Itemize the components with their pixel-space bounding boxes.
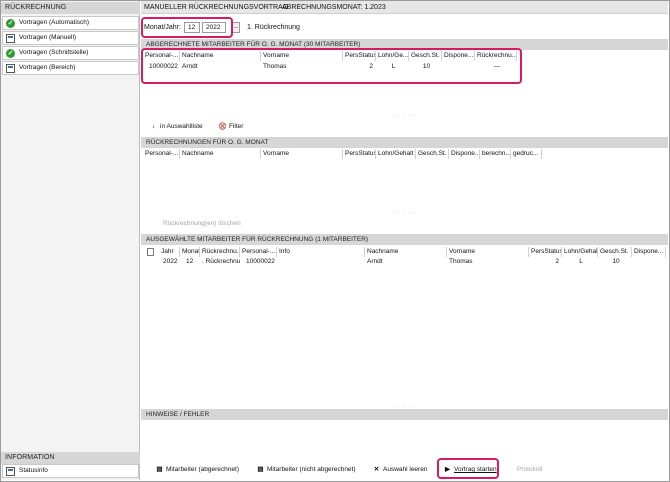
col-vorname[interactable]: Vorname (261, 51, 343, 61)
col-dispone[interactable]: Dispone... (442, 51, 475, 61)
col-nachname[interactable]: Nachname (180, 149, 261, 159)
move-to-selection-button[interactable]: ↓ in Auswahlliste (149, 121, 203, 132)
cell-nachname: Arndt (367, 258, 383, 265)
sidebar-item-label: Statusinfo (19, 467, 48, 474)
cell-rueckrechnung: — (493, 63, 501, 70)
col-personal[interactable]: Personal-... (143, 51, 180, 61)
arrow-down-icon: ↓ (151, 123, 156, 130)
year-input[interactable]: 2022 (202, 22, 226, 33)
hints-errors-header: HINWEISE / FEHLER (141, 409, 668, 420)
cell-dispone (442, 62, 475, 72)
cell-dispone (632, 257, 666, 267)
cell-vorname: Thomas (263, 63, 287, 70)
billed-employees-header: ABGERECHNETE MITARBEITER FÜR O. G. MONAT… (141, 39, 668, 50)
selected-employees-header: AUSGEWÄHLTE MITARBEITER FÜR RÜCKRECHNUNG… (141, 234, 668, 245)
cell-personal: 10000022 (149, 63, 178, 70)
play-icon: ▶ (445, 466, 450, 473)
col-lohn-gehalt[interactable]: Lohn/Gehalt (562, 247, 598, 257)
cell-persstatus: 2 (369, 63, 373, 70)
col-jahr[interactable]: Jahr (159, 247, 180, 257)
cell-personal: 10000022 (246, 258, 275, 265)
col-nachname[interactable]: Nachname (365, 247, 447, 257)
cell-persstatus: 2 (555, 258, 559, 265)
splitter-grip[interactable]: · · · · · (141, 114, 668, 119)
page-title: MANUELLER RÜCKRECHNUNGSVORTRAG (144, 4, 289, 11)
col-dispone[interactable]: Dispone... (449, 149, 480, 159)
period-info: 1. Rückrechnung (247, 24, 300, 31)
title-bar: MANUELLER RÜCKRECHNUNGSVORTRAG ABRECHNUN… (141, 1, 668, 14)
col-persstatus[interactable]: PersStatus (343, 149, 376, 159)
sidebar-item-vortragen-manuell[interactable]: Vortragen (Manuell) (2, 31, 139, 45)
col-geschst[interactable]: Gesch.St. (416, 149, 449, 159)
select-all-checkbox[interactable] (147, 248, 154, 256)
check-circle-icon: ✓ (6, 49, 15, 58)
col-lohn[interactable]: Lohn/Ge... (376, 51, 409, 61)
cell-info (277, 257, 365, 267)
col-gedruckt[interactable]: gedruc... (511, 149, 542, 159)
cell-geschst: 10 (422, 63, 431, 70)
document-icon: ▤ (156, 466, 163, 473)
col-personal[interactable]: Personal-... (240, 247, 277, 257)
period-label: Monat/Jahr: (144, 24, 181, 31)
period-picker-button[interactable]: ... (232, 22, 240, 33)
main-panel: MANUELLER RÜCKRECHNUNGSVORTRAG ABRECHNUN… (141, 1, 668, 480)
cell-rueckrechnung: . Rückrechnun (202, 258, 240, 265)
protocol-button[interactable]: Protokoll (517, 464, 542, 475)
splitter-grip[interactable]: · · · · · (141, 211, 668, 216)
document-icon (6, 467, 15, 476)
sidebar-item-vortragen-bereich[interactable]: Vortragen (Bereich) (2, 61, 139, 75)
clear-selection-button[interactable]: ✕ Auswahl leeren (372, 464, 428, 475)
cell-lohn: L (391, 63, 396, 70)
delete-recalculations-button[interactable]: Rückrechnung(en) löschen (163, 218, 241, 229)
col-persstatus[interactable]: PersStatus (529, 247, 562, 257)
document-icon: ▤ (257, 466, 264, 473)
employees-not-billed-button[interactable]: ▤ Mitarbeiter (nicht abgerechnet) (256, 464, 355, 475)
close-icon: ✕ (373, 466, 380, 473)
filter-button[interactable]: ⛒ Filter (218, 121, 243, 132)
col-dispone[interactable]: Dispone... (632, 247, 666, 257)
col-monat[interactable]: Monat (180, 247, 200, 257)
sidebar-item-vortragen-automatisch[interactable]: ✓ Vortragen (Automatisch) (2, 16, 139, 30)
col-lohn-gehalt[interactable]: Lohn/Gehalt (376, 149, 416, 159)
month-input[interactable]: 12 (184, 22, 200, 33)
cell-monat: 12 (186, 258, 194, 265)
sidebar-item-label: Vortragen (Schnittstelle) (19, 49, 89, 56)
sidebar-item-label: Vortragen (Bereich) (19, 64, 76, 71)
sidebar-item-statusinfo[interactable]: Statusinfo (2, 464, 139, 478)
col-persstatus[interactable]: PersStatus (343, 51, 376, 61)
col-rueckrechnung[interactable]: Rückrechnu... (475, 51, 517, 61)
col-vorname[interactable]: Vorname (447, 247, 529, 257)
billing-month: ABRECHNUNGSMONAT: 1.2023 (282, 4, 386, 11)
cell-jahr: 2022 (163, 258, 178, 265)
col-vorname[interactable]: Vorname (261, 149, 343, 159)
col-rueckrechnung[interactable]: Rückrechnu... (200, 247, 240, 257)
col-nachname[interactable]: Nachname (180, 51, 261, 61)
cell-vorname: Thomas (449, 258, 473, 265)
col-geschst[interactable]: Gesch.St. (409, 51, 442, 61)
col-berechnet[interactable]: berechn... (480, 149, 511, 159)
cell-nachname: Arndt (182, 63, 198, 70)
start-transfer-button[interactable]: ▶ Vortrag starten (443, 464, 497, 475)
check-circle-icon: ✓ (6, 19, 15, 28)
sidebar-item-label: Vortragen (Manuell) (19, 34, 77, 41)
cell-geschst: 10 (612, 258, 620, 265)
sidebar-item-vortragen-schnittstelle[interactable]: ✓ Vortragen (Schnittstelle) (2, 46, 139, 60)
sidebar: RÜCKRECHNUNG ✓ Vortragen (Automatisch) V… (1, 1, 140, 480)
cell-lohn: L (579, 258, 583, 265)
sidebar-item-label: Vortragen (Automatisch) (19, 19, 90, 26)
recalculations-header: RÜCKRECHNUNGEN FÜR O. G. MONAT (141, 137, 668, 148)
col-info[interactable]: Info (277, 247, 365, 257)
document-icon (6, 34, 15, 43)
col-personal[interactable]: Personal-... (143, 149, 180, 159)
employees-billed-button[interactable]: ▤ Mitarbeiter (abgerechnet) (155, 464, 239, 475)
sidebar-section-rueckrechnung: RÜCKRECHNUNG (1, 2, 140, 14)
filter-icon: ⛒ (219, 123, 226, 130)
sidebar-section-information: INFORMATION (1, 452, 140, 464)
col-geschst[interactable]: Gesch.St. (598, 247, 632, 257)
document-icon (6, 64, 15, 73)
